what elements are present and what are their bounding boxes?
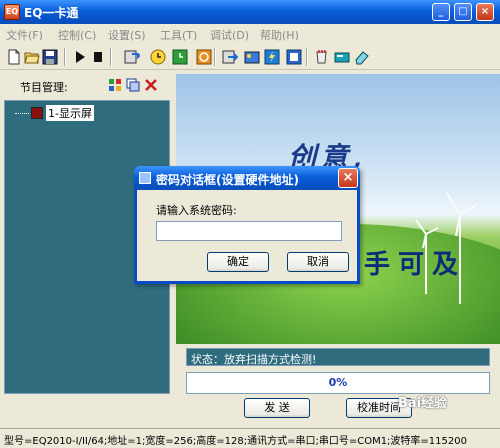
status-bar: 型号=EQ2010-I/II/64;地址=1;宽度=256;高度=128;通讯方… (0, 428, 500, 448)
title-bar[interactable]: EQ EQ一卡通 _ □ × (0, 0, 500, 24)
open-icon[interactable] (24, 49, 40, 65)
power-off-icon[interactable] (286, 49, 302, 65)
close-button[interactable]: × (476, 3, 494, 21)
dialog-close-button[interactable]: × (338, 168, 358, 188)
upload-icon[interactable] (222, 49, 238, 65)
toolbar-separator (214, 48, 216, 66)
toolbar-separator (306, 48, 308, 66)
tree-connector (15, 112, 29, 114)
delete-program-icon[interactable] (144, 78, 158, 92)
play-icon[interactable] (72, 49, 88, 65)
toolbar (0, 44, 500, 70)
menu-debug[interactable]: 调试(D) (210, 27, 249, 43)
stop-icon[interactable] (90, 49, 106, 65)
toolbar-separator (110, 48, 112, 66)
ok-button[interactable]: 确定 (207, 252, 269, 272)
clock-icon[interactable] (150, 49, 166, 65)
slogan-bottom: 手可及 (364, 250, 467, 280)
password-input[interactable] (156, 221, 342, 241)
cancel-button[interactable]: 取消 (287, 252, 349, 272)
watermark: Bai经验 (398, 396, 448, 411)
app-icon: EQ (4, 4, 20, 20)
copy-program-icon[interactable] (126, 78, 140, 92)
program-panel-title: 节目管理: (20, 81, 68, 94)
new-icon[interactable] (6, 49, 22, 65)
maximize-button[interactable]: □ (454, 3, 472, 21)
menu-tools[interactable]: 工具(T) (160, 27, 197, 43)
dialog-title: 密码对话框(设置硬件地址) (156, 173, 299, 187)
power-on-icon[interactable] (196, 49, 212, 65)
tree-item-display[interactable]: 1-显示屏 (15, 105, 94, 121)
toolbar-separator (64, 48, 66, 66)
dialog-title-bar[interactable]: 密码对话框(设置硬件地址) × (134, 166, 360, 190)
save-icon[interactable] (42, 49, 58, 65)
cup-icon[interactable] (314, 49, 330, 65)
send-button[interactable]: 发 送 (244, 398, 310, 418)
card-icon[interactable] (334, 49, 350, 65)
eraser-icon[interactable] (354, 49, 370, 65)
menu-file[interactable]: 文件(F) (6, 27, 43, 43)
gallery-icon[interactable] (244, 49, 260, 65)
display-screen-icon (31, 107, 43, 119)
status-message: 状态：放弃扫描方式检测! (186, 348, 490, 366)
minimize-button[interactable]: _ (432, 3, 450, 21)
clock-green-icon[interactable] (172, 49, 188, 65)
menu-bar: 文件(F) 控制(C) 设置(S) 工具(T) 调试(D) 帮助(H) (0, 24, 500, 44)
send-icon[interactable] (124, 49, 140, 65)
window-title: EQ一卡通 (24, 6, 79, 20)
password-dialog: 密码对话框(设置硬件地址) × 请输入系统密码: 确定 取消 (134, 166, 360, 284)
password-prompt: 请输入系统密码: (156, 204, 237, 217)
progress-bar: 0% (186, 372, 490, 394)
add-program-icon[interactable] (108, 78, 122, 92)
menu-control[interactable]: 控制(C) (58, 27, 96, 43)
dialog-window-icon (139, 172, 151, 184)
program-panel-header: 节目管理: (2, 74, 172, 98)
flash-icon[interactable] (264, 49, 280, 65)
menu-settings[interactable]: 设置(S) (108, 27, 146, 43)
menu-help[interactable]: 帮助(H) (260, 27, 299, 43)
tree-item-label: 1-显示屏 (46, 105, 94, 121)
